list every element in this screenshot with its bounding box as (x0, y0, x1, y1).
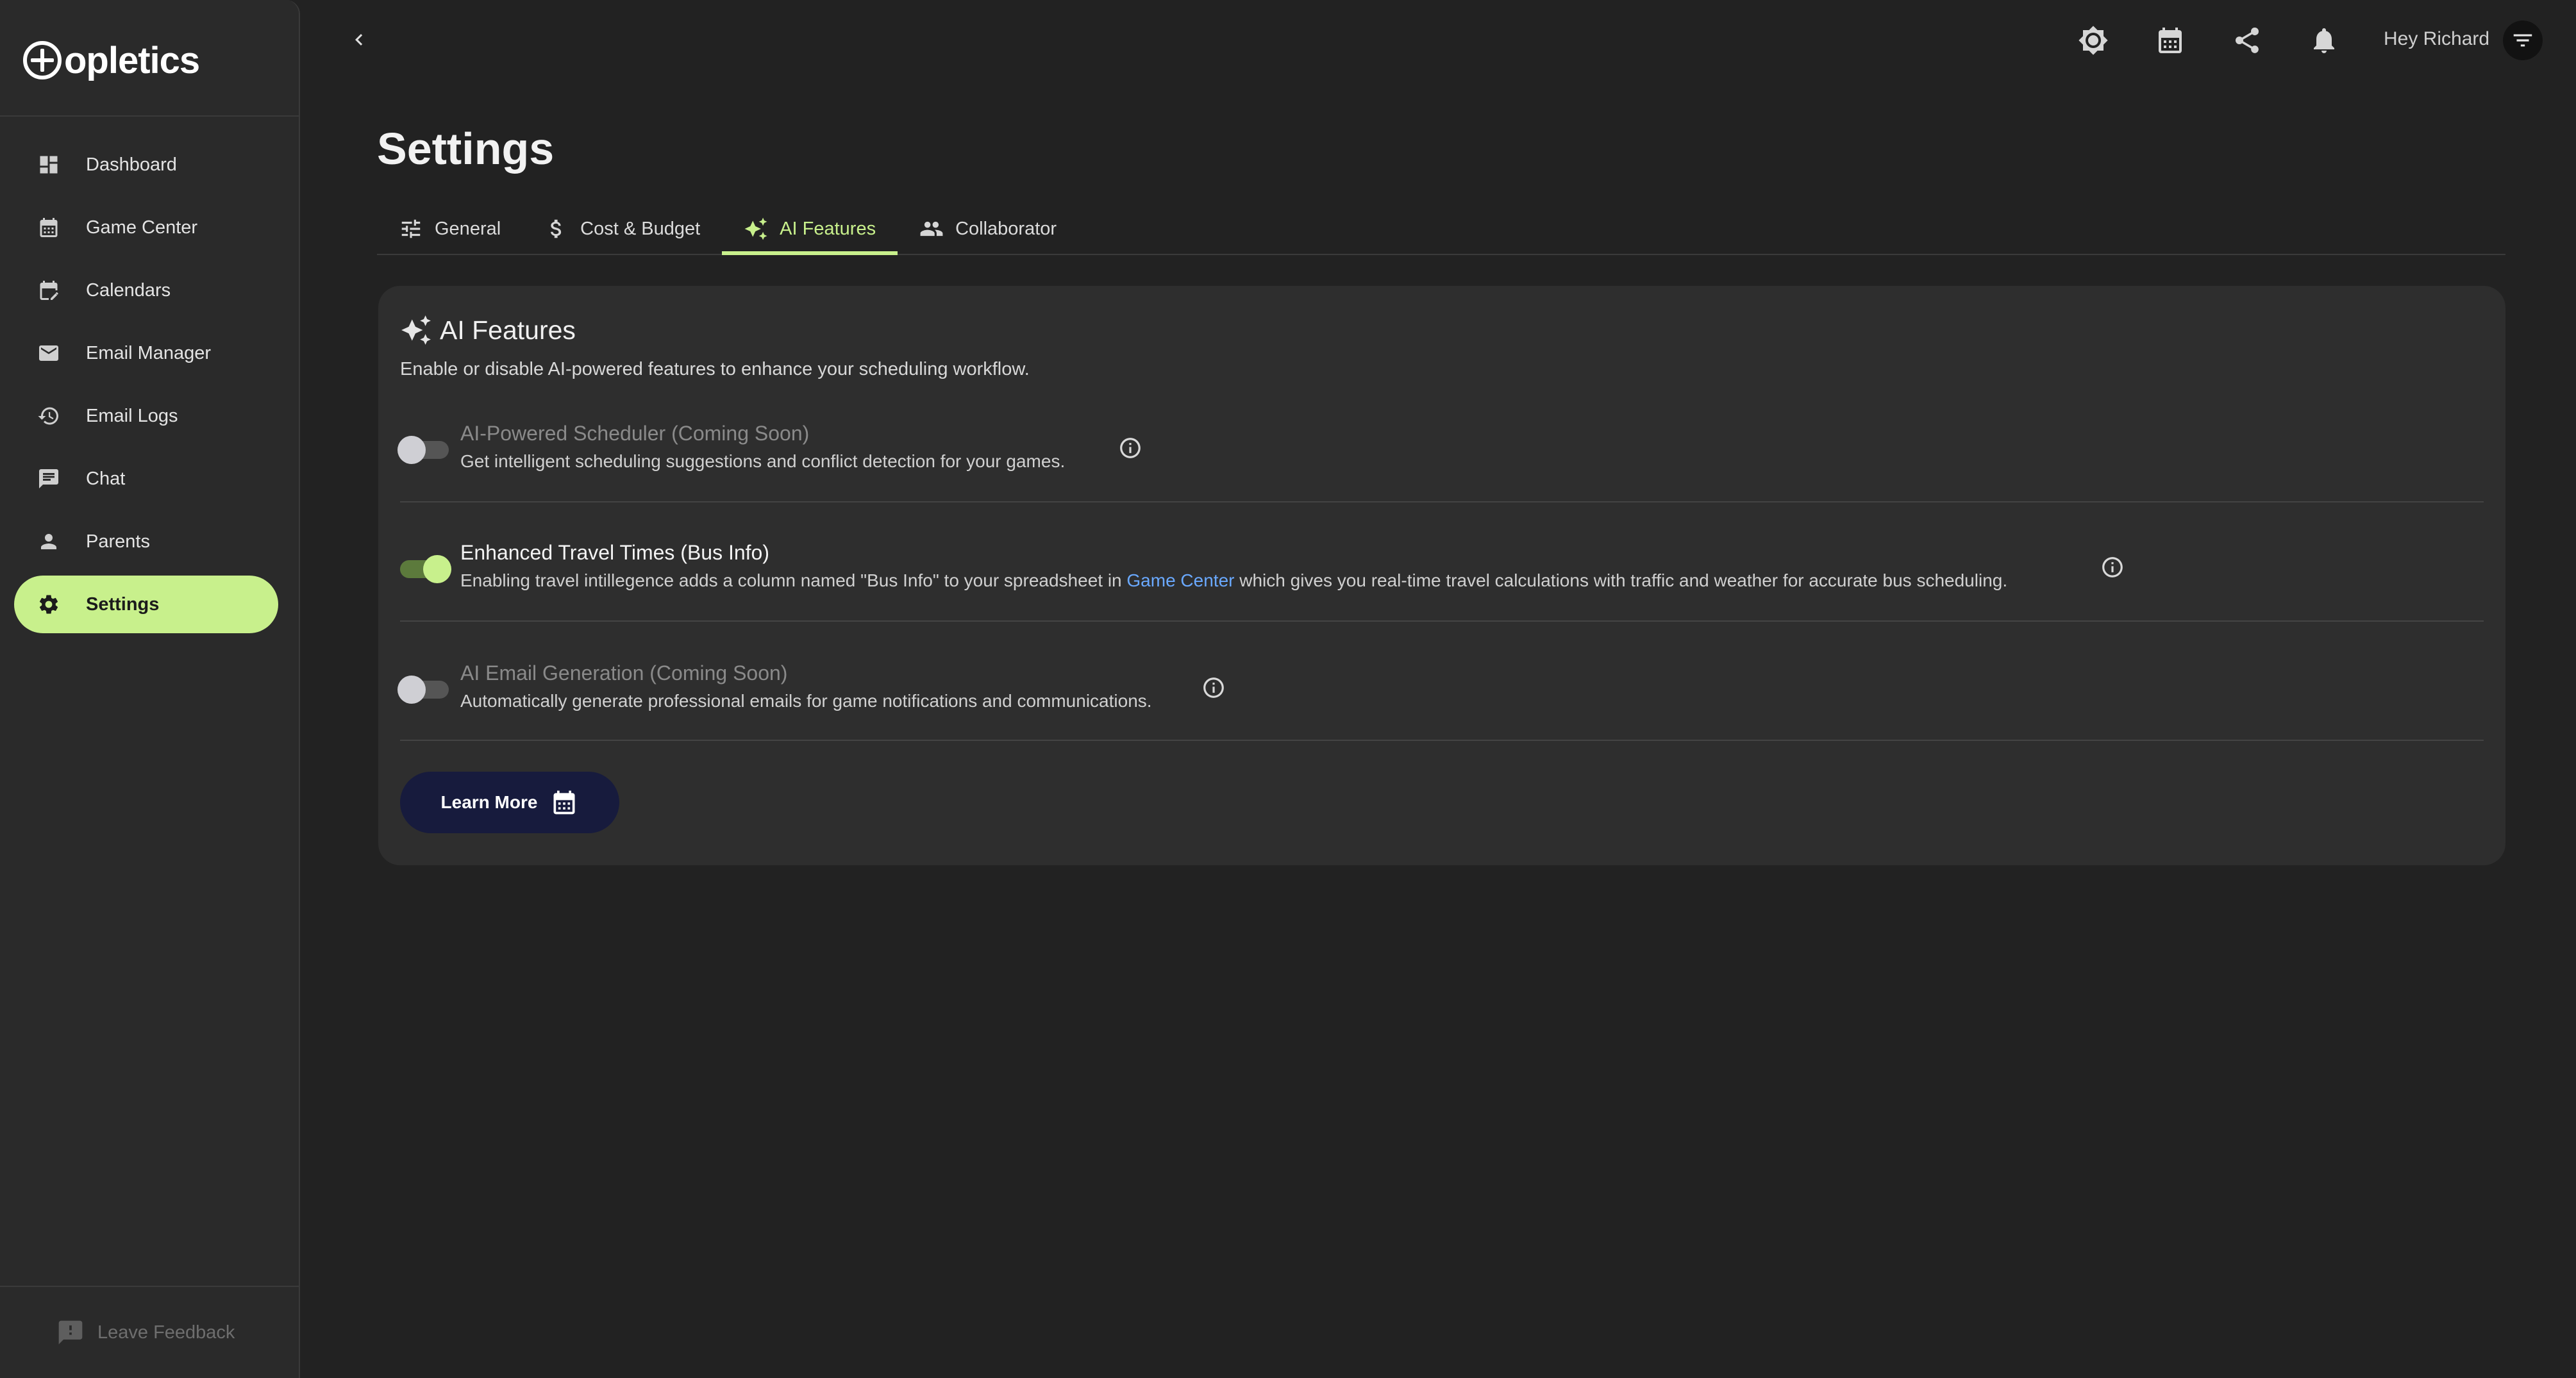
ai-email-toggle[interactable] (397, 676, 449, 704)
bell-icon (2314, 28, 2334, 53)
info-icon[interactable] (2100, 555, 2125, 579)
toggle-knob (397, 676, 426, 704)
sidebar-nav: Dashboard Game Center Calendars Email Ma… (14, 136, 278, 638)
sparkle-icon (744, 217, 767, 240)
feature-divider (400, 740, 2484, 741)
sidebar-item-label: Email Logs (86, 405, 178, 426)
calendar-grid-icon (36, 215, 62, 240)
page-title: Settings (377, 124, 555, 174)
feature-title: AI-Powered Scheduler (Coming Soon) (460, 422, 810, 445)
feature-subtitle-text: Enabling travel intillegence adds a colu… (460, 570, 1122, 590)
feature-subtitle: Get intelligent scheduling suggestions a… (460, 451, 1066, 471)
feature-subtitle-text: which gives you real-time travel calcula… (1239, 570, 2008, 590)
sidebar-item-dashboard[interactable]: Dashboard (14, 136, 278, 194)
info-icon[interactable] (1201, 676, 1226, 700)
sidebar-item-label: Settings (86, 594, 160, 615)
sidebar-item-calendars[interactable]: Calendars (14, 261, 278, 319)
calendar-icon (2159, 28, 2182, 53)
tab-label: Collaborator (955, 218, 1057, 239)
calendar-edit-icon (36, 278, 62, 303)
dashboard-icon (36, 152, 62, 178)
learn-more-button[interactable]: Learn More (400, 772, 619, 833)
tab-general[interactable]: General (377, 204, 523, 254)
filter-list-icon (2513, 34, 2532, 47)
sparkle-icon (401, 315, 431, 345)
chat-icon (36, 466, 62, 492)
user-greeting: Hey Richard (2384, 28, 2490, 49)
tune-icon (401, 219, 421, 238)
info-icon[interactable] (1118, 436, 1142, 460)
brand-logo[interactable]: opletics (23, 37, 200, 83)
ai-scheduler-toggle[interactable] (397, 436, 449, 464)
sidebar: opletics Dashboard Game Center Calendars… (0, 0, 300, 1378)
sidebar-item-label: Chat (86, 468, 126, 489)
tab-label: General (435, 218, 501, 239)
user-menu-button[interactable] (2503, 21, 2543, 60)
sidebar-item-label: Dashboard (86, 154, 177, 175)
sidebar-divider (0, 115, 299, 117)
back-button[interactable] (345, 26, 373, 54)
brightness-icon (2078, 26, 2108, 55)
sidebar-bottom-divider (0, 1286, 299, 1287)
feature-title: AI Email Generation (Coming Soon) (460, 661, 788, 685)
card-title-text: AI Features (440, 315, 576, 345)
sidebar-item-label: Game Center (86, 217, 198, 238)
feature-subtitle: Enabling travel intillegence adds a colu… (460, 570, 2007, 591)
share-button[interactable] (2230, 23, 2264, 58)
feature-subtitle: Automatically generate professional emai… (460, 691, 1152, 711)
sidebar-item-parents[interactable]: Parents (14, 513, 278, 570)
history-icon (36, 403, 62, 429)
sidebar-item-email-manager[interactable]: Email Manager (14, 324, 278, 382)
feature-ai-scheduler: AI-Powered Scheduler (Coming Soon) Get i… (397, 394, 2484, 513)
feature-divider (400, 620, 2484, 622)
people-icon (920, 221, 943, 237)
tab-ai-features[interactable]: AI Features (722, 204, 898, 255)
sidebar-item-label: Parents (86, 531, 150, 552)
feature-title: Enhanced Travel Times (Bus Info) (460, 541, 769, 564)
app-root: opletics Dashboard Game Center Calendars… (0, 0, 2576, 1378)
share-icon (2235, 27, 2259, 53)
feedback-icon (58, 1320, 83, 1345)
tab-label: AI Features (780, 218, 876, 239)
logo-text: opletics (64, 39, 200, 81)
card-title: AI Features (400, 314, 576, 346)
card-description: Enable or disable AI-powered features to… (400, 359, 1030, 379)
game-center-link[interactable]: Game Center (1126, 570, 1234, 590)
sidebar-item-settings[interactable]: Settings (14, 576, 278, 633)
dollar-icon (551, 219, 562, 238)
sidebar-item-label: Email Manager (86, 342, 212, 363)
tab-cost-budget[interactable]: Cost & Budget (523, 204, 722, 254)
settings-tabs: General Cost & Budget AI Features Collab… (377, 204, 2505, 255)
chevron-left-icon (355, 34, 363, 46)
leave-feedback-label: Leave Feedback (97, 1322, 235, 1343)
ai-features-card: AI Features Enable or disable AI-powered… (378, 286, 2505, 865)
sidebar-item-game-center[interactable]: Game Center (14, 199, 278, 256)
brightness-button[interactable] (2076, 23, 2111, 58)
sidebar-item-email-logs[interactable]: Email Logs (14, 387, 278, 445)
leave-feedback-button[interactable]: Leave Feedback (56, 1316, 235, 1349)
calendar-button[interactable] (2153, 23, 2187, 58)
mail-icon (36, 340, 62, 366)
enhanced-travel-toggle[interactable] (400, 555, 451, 583)
logo-mark-icon (23, 41, 62, 79)
feature-enhanced-travel: Enhanced Travel Times (Bus Info) Enablin… (400, 514, 2484, 633)
person-icon (36, 529, 62, 554)
header-actions (2076, 23, 2341, 58)
sidebar-item-label: Calendars (86, 279, 171, 301)
learn-more-label: Learn More (440, 792, 538, 812)
toggle-knob (397, 436, 426, 464)
feature-divider (400, 501, 2484, 502)
tab-label: Cost & Budget (580, 218, 701, 239)
calendar-icon (553, 790, 575, 815)
notifications-button[interactable] (2307, 23, 2341, 58)
feature-ai-email: AI Email Generation (Coming Soon) Automa… (397, 633, 2484, 752)
toggle-knob (423, 555, 451, 583)
tab-collaborator[interactable]: Collaborator (898, 204, 1078, 254)
sidebar-item-chat[interactable]: Chat (14, 450, 278, 508)
gear-icon (36, 592, 62, 617)
